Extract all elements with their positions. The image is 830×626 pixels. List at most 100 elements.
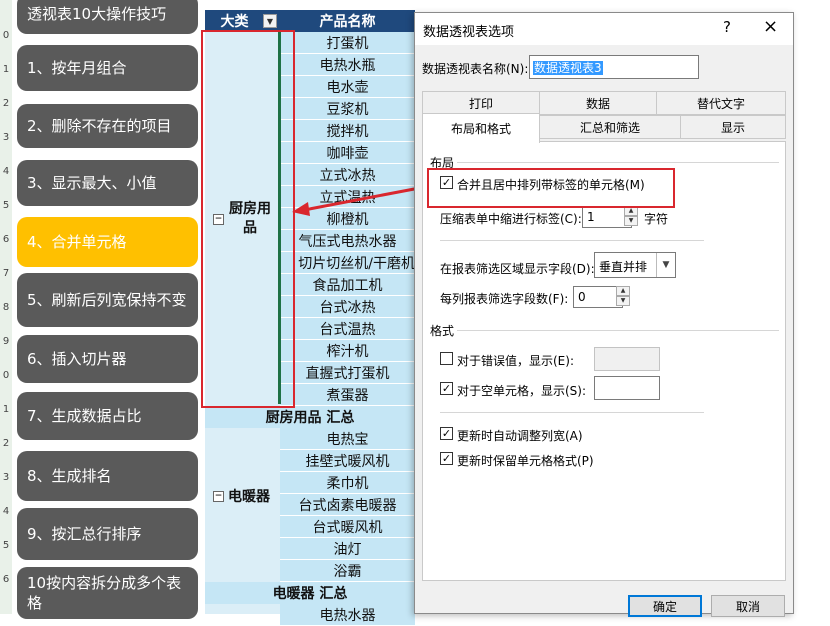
row-number: 1: [2, 64, 10, 75]
tab-totals-filters[interactable]: 汇总和筛选: [539, 115, 681, 139]
product-cell[interactable]: 台式温热: [280, 318, 415, 340]
layout-divider: [457, 162, 779, 163]
help-button[interactable]: ?: [723, 18, 731, 36]
tab-alt-text[interactable]: 替代文字: [656, 91, 786, 115]
empty-cell-label: 对于空单元格，显示(S):: [457, 384, 587, 398]
product-cell[interactable]: 电水壶: [280, 76, 415, 98]
tips-menu: 透视表10大操作技巧 1、按年月组合 2、删除不存在的项目 3、显示最大、小值 4、合并…: [12, 0, 202, 619]
menu-item[interactable]: 7、生成数据占比: [17, 392, 198, 440]
tab-display[interactable]: 显示: [680, 115, 786, 139]
error-value-label: 对于错误值，显示(E):: [457, 354, 574, 368]
product-cell[interactable]: 台式暖风机: [280, 516, 415, 538]
filter-area-value: 垂直并排: [599, 260, 648, 274]
pivot-name-input[interactable]: 数据透视表3: [529, 55, 699, 79]
menu-item-label: 9、按汇总行排序: [27, 525, 142, 543]
menu-item[interactable]: 10按内容拆分成多个表格: [17, 567, 198, 619]
menu-item-label: 4、合并单元格: [27, 233, 127, 251]
pointer-arrow-head: [292, 202, 310, 216]
empty-cell-checkbox[interactable]: ✓: [440, 382, 453, 395]
spin-up-icon[interactable]: ▲: [616, 286, 630, 296]
product-cell[interactable]: 柔巾机: [280, 472, 415, 494]
product-cell[interactable]: 豆浆机: [280, 98, 415, 120]
tab-layout-format[interactable]: 布局和格式: [422, 113, 540, 143]
menu-item-label: 3、显示最大、小值: [27, 174, 157, 192]
close-button[interactable]: ×: [763, 16, 778, 37]
subtotal-row[interactable]: 电暖器 汇总: [205, 582, 415, 604]
product-cell[interactable]: 电热水瓶: [280, 54, 415, 76]
product-cell[interactable]: 电热宝: [280, 428, 415, 450]
product-cell[interactable]: 直握式打蛋机: [280, 362, 415, 384]
product-cell[interactable]: 台式卤素电暖器: [280, 494, 415, 516]
product-cell[interactable]: 咖啡壶: [280, 142, 415, 164]
indent-label: 压缩表单中缩进行标签(C):: [440, 212, 582, 226]
product-cell[interactable]: 浴霸: [280, 560, 415, 582]
filter-dropdown-icon[interactable]: ▼: [263, 14, 277, 28]
menu-item-label: 1、按年月组合: [27, 59, 127, 77]
category-label: 电暖器: [228, 489, 270, 505]
menu-item[interactable]: 8、生成排名: [17, 451, 198, 501]
menu-item[interactable]: 2、删除不存在的项目: [17, 104, 198, 148]
row-number: 7: [2, 268, 10, 279]
menu-item[interactable]: 透视表10大操作技巧: [17, 0, 198, 34]
spin-down-icon[interactable]: ▼: [624, 216, 638, 226]
menu-item[interactable]: 3、显示最大、小值: [17, 160, 198, 206]
menu-item-label: 5、刷新后列宽保持不变: [27, 291, 187, 309]
product-cell[interactable]: 煮蛋器: [280, 384, 415, 406]
tab-print[interactable]: 打印: [422, 91, 540, 115]
indent-unit: 字符: [644, 212, 669, 226]
menu-item[interactable]: 1、按年月组合: [17, 45, 198, 91]
name-label: 数据透视表名称(N):: [422, 62, 529, 76]
row-number: 0: [2, 370, 10, 381]
product-cell[interactable]: 电热水器: [280, 604, 415, 626]
tab-data[interactable]: 数据: [539, 91, 657, 115]
chevron-down-icon[interactable]: ▼: [656, 253, 675, 277]
spin-down-icon[interactable]: ▼: [616, 296, 630, 306]
filter-area-select[interactable]: 垂直并排 ▼: [594, 252, 676, 278]
collapse-icon[interactable]: −: [213, 490, 224, 502]
menu-item-label: 10按内容拆分成多个表格: [27, 574, 182, 612]
pivot-name-value: 数据透视表3: [533, 61, 603, 75]
product-cell[interactable]: 台式冰热: [280, 296, 415, 318]
category-cell[interactable]: − 电暖器: [205, 486, 270, 506]
row-number: 1: [2, 404, 10, 415]
menu-item[interactable]: 4、合并单元格: [17, 217, 198, 267]
product-cell[interactable]: 搅拌机: [280, 120, 415, 142]
product-cell[interactable]: 食品加工机: [280, 274, 415, 296]
filter-fields-spinner[interactable]: ▲ ▼: [616, 286, 630, 308]
header-product[interactable]: 产品名称: [280, 10, 415, 32]
row-number: 9: [2, 336, 10, 347]
highlight-merged-cell-box: [201, 30, 295, 408]
menu-item-label: 2、删除不存在的项目: [27, 117, 172, 135]
row-number: 5: [2, 540, 10, 551]
filter-area-label: 在报表筛选区域显示字段(D):: [440, 262, 595, 276]
error-value-checkbox[interactable]: [440, 352, 453, 365]
autofit-checkbox[interactable]: ✓: [440, 427, 453, 440]
subtotal-row[interactable]: 厨房用品 汇总: [205, 406, 415, 428]
highlight-merge-option-box: [427, 168, 675, 208]
menu-item[interactable]: 9、按汇总行排序: [17, 508, 198, 560]
product-cell[interactable]: 打蛋机: [280, 32, 415, 54]
row-number: 2: [2, 98, 10, 109]
menu-item[interactable]: 5、刷新后列宽保持不变: [17, 273, 198, 327]
product-cell[interactable]: 切片切丝机/干磨机: [280, 252, 415, 274]
row-number: 2: [2, 438, 10, 449]
format-sub-divider: [440, 412, 704, 413]
product-cell[interactable]: 油灯: [280, 538, 415, 560]
row-number: 4: [2, 166, 10, 177]
menu-item[interactable]: 6、插入切片器: [17, 335, 198, 383]
row-number: 8: [2, 302, 10, 313]
indent-spinner[interactable]: ▲ ▼: [624, 206, 638, 228]
product-cell[interactable]: 气压式电热水器: [280, 230, 415, 252]
empty-cell-input[interactable]: [594, 376, 660, 400]
format-divider: [457, 330, 779, 331]
product-cell[interactable]: 挂壁式暖风机: [280, 450, 415, 472]
product-cell[interactable]: 榨汁机: [280, 340, 415, 362]
row-number: 4: [2, 506, 10, 517]
error-value-input[interactable]: [594, 347, 660, 371]
indent-divider: [440, 240, 704, 241]
format-group-label: 格式: [430, 324, 455, 338]
preserve-format-checkbox[interactable]: ✓: [440, 452, 453, 465]
row-number: 3: [2, 472, 10, 483]
row-number: 5: [2, 200, 10, 211]
pointer-arrow-line: [303, 184, 431, 212]
